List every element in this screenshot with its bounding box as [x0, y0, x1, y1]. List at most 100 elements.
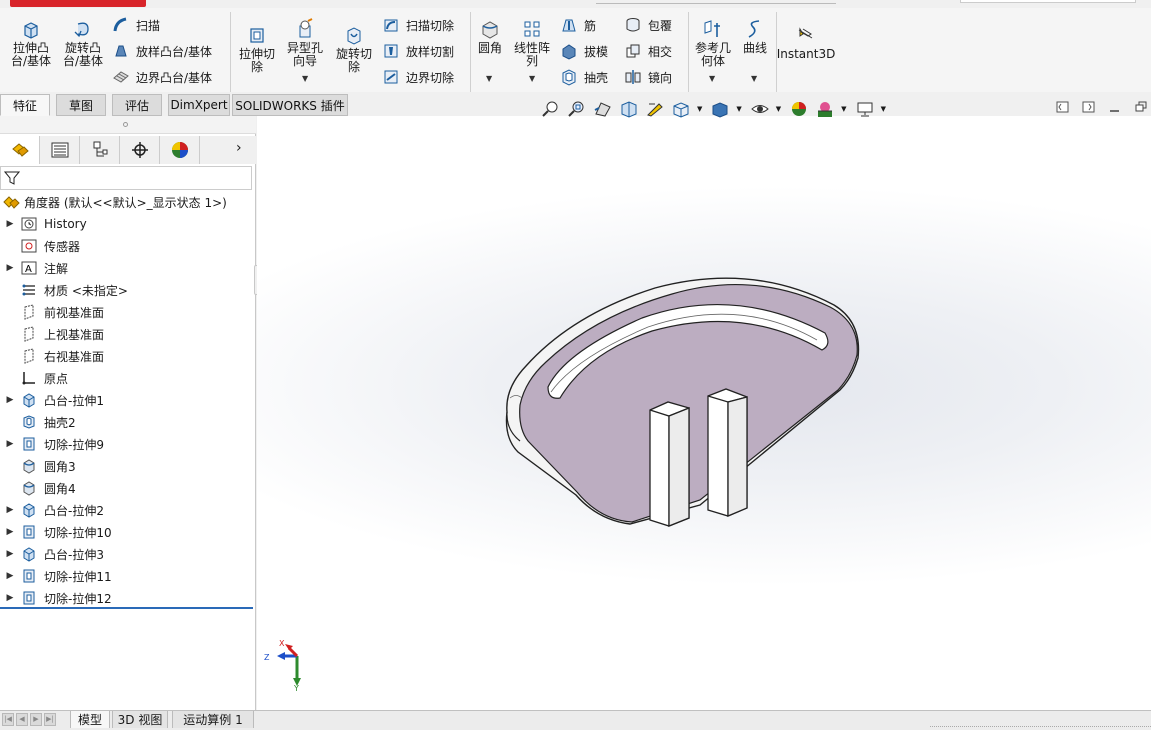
solidworks-logo[interactable]	[10, 0, 146, 7]
tree-item[interactable]: ▶ History	[0, 213, 252, 235]
expand-arrow-icon[interactable]: ▶	[0, 219, 20, 229]
reference-geometry-button[interactable]: 参考几 何体	[692, 18, 734, 68]
previous-view-icon[interactable]	[593, 100, 613, 118]
tree-item[interactable]: ▶ 凸台-拉伸1	[0, 389, 252, 411]
swept-cut-button[interactable]: 扫描切除	[382, 15, 454, 35]
tile-left-icon[interactable]	[1056, 100, 1070, 114]
tree-item[interactable]: ▶ 切除-拉伸12	[0, 587, 252, 609]
tab-evaluate[interactable]: 评估	[112, 94, 162, 116]
boundary-cut-button[interactable]: 边界切除	[382, 67, 454, 87]
prev-tab-icon[interactable]: ◀	[16, 713, 28, 726]
tab-3d-views[interactable]: 3D 视图	[112, 711, 168, 728]
apply-scene-dropdown-icon[interactable]: ▼	[841, 105, 846, 113]
tab-display-manager[interactable]	[160, 136, 200, 164]
intersect-button[interactable]: 相交	[624, 41, 672, 61]
fillet-dropdown-icon[interactable]: ▼	[486, 74, 492, 83]
boundary-boss-button[interactable]: 边界凸台/基体	[112, 67, 212, 87]
view-settings-icon[interactable]	[855, 100, 875, 118]
revolve-cut-button[interactable]: 旋转切 除	[332, 24, 376, 74]
view-orientation-icon[interactable]	[671, 100, 691, 118]
loft-boss-button[interactable]: 放样凸台/基体	[112, 41, 212, 61]
zoom-to-fit-icon[interactable]	[541, 100, 561, 118]
tab-sketch[interactable]: 草图	[56, 94, 106, 116]
draft-button[interactable]: 拔模	[560, 41, 608, 61]
tree-item[interactable]: 圆角3	[0, 455, 252, 477]
tree-filter-bar[interactable]	[0, 166, 252, 190]
zoom-to-area-icon[interactable]	[567, 100, 587, 118]
hole-wizard-button[interactable]: 异型孔 向导	[283, 18, 327, 68]
tab-dimxpert-manager[interactable]	[120, 136, 160, 164]
hide-show-items-icon[interactable]	[750, 100, 770, 118]
tree-item[interactable]: 圆角4	[0, 477, 252, 499]
tab-property-manager[interactable]	[40, 136, 80, 164]
graphics-area[interactable]: X Z Y	[257, 116, 1151, 710]
tree-item[interactable]: 抽壳2	[0, 411, 252, 433]
expand-arrow-icon[interactable]: ▶	[0, 263, 20, 273]
tab-features[interactable]: 特征	[0, 94, 50, 116]
instant3d-button[interactable]: Instant3D	[777, 24, 835, 61]
sweep-button[interactable]: 扫描	[112, 15, 160, 35]
hole-wizard-dropdown-icon[interactable]: ▼	[302, 74, 308, 83]
restore-icon[interactable]	[1134, 100, 1148, 114]
wrap-button[interactable]: 包覆	[624, 15, 672, 35]
mirror-button[interactable]: 镜向	[624, 67, 672, 87]
fillet-button[interactable]: 圆角	[474, 18, 506, 55]
expand-arrow-icon[interactable]: ▶	[0, 527, 20, 537]
view-orientation-dropdown-icon[interactable]: ▼	[697, 105, 702, 113]
tree-root[interactable]: 角度器 (默认<<默认>_显示状态 1>)	[0, 191, 252, 213]
tab-solidworks-addins[interactable]: SOLIDWORKS 插件	[232, 94, 348, 116]
section-view-icon[interactable]	[619, 100, 639, 118]
expand-arrow-icon[interactable]: ▶	[0, 549, 20, 559]
expand-arrow-icon[interactable]: ▶	[0, 571, 20, 581]
tree-item[interactable]: 上视基准面	[0, 323, 252, 345]
curves-button[interactable]: 曲线	[738, 18, 772, 55]
curves-dropdown-icon[interactable]: ▼	[751, 74, 757, 83]
view-settings-dropdown-icon[interactable]: ▼	[881, 105, 886, 113]
dynamic-annotation-icon[interactable]	[645, 100, 665, 118]
minimize-icon[interactable]	[1108, 100, 1122, 114]
tile-right-icon[interactable]	[1082, 100, 1096, 114]
edit-appearance-icon[interactable]	[789, 100, 809, 118]
tree-item[interactable]: ▶ 切除-拉伸10	[0, 521, 252, 543]
tree-item[interactable]: ▶ 凸台-拉伸3	[0, 543, 252, 565]
chevron-right-icon[interactable]: ›	[236, 140, 242, 156]
lofted-cut-button[interactable]: 放样切割	[382, 41, 454, 61]
reference-geometry-dropdown-icon[interactable]: ▼	[709, 74, 715, 83]
expand-arrow-icon[interactable]: ▶	[0, 593, 20, 603]
linear-pattern-button[interactable]: 线性阵 列	[510, 18, 554, 68]
apply-scene-icon[interactable]	[815, 100, 835, 118]
tab-dimxpert[interactable]: DimXpert	[168, 94, 230, 116]
tab-configuration-manager[interactable]	[80, 136, 120, 164]
expand-arrow-icon[interactable]: ▶	[0, 439, 20, 449]
rollback-bar[interactable]	[0, 607, 253, 609]
tree-item[interactable]: ▶ 切除-拉伸11	[0, 565, 252, 587]
tree-item[interactable]: ▶ 凸台-拉伸2	[0, 499, 252, 521]
tree-item[interactable]: ▶ A 注解	[0, 257, 252, 279]
expand-arrow-icon[interactable]: ▶	[0, 505, 20, 515]
panel-grip-icon[interactable]	[123, 122, 128, 127]
tab-feature-manager[interactable]	[0, 136, 40, 164]
tree-item[interactable]: ▶ 切除-拉伸9	[0, 433, 252, 455]
hide-show-dropdown-icon[interactable]: ▼	[776, 105, 781, 113]
display-style-icon[interactable]	[710, 100, 730, 118]
search-box[interactable]	[960, 0, 1136, 3]
tree-item[interactable]: 传感器	[0, 235, 252, 257]
tree-item[interactable]: 前视基准面	[0, 301, 252, 323]
part-model[interactable]	[257, 116, 1151, 710]
tab-model[interactable]: 模型	[70, 711, 110, 728]
linear-pattern-dropdown-icon[interactable]: ▼	[529, 74, 535, 83]
tab-motion-study[interactable]: 运动算例 1	[172, 711, 254, 728]
revolve-boss-button[interactable]: 旋转凸 台/基体	[60, 18, 106, 68]
display-style-dropdown-icon[interactable]: ▼	[736, 105, 741, 113]
extrude-boss-button[interactable]: 拉伸凸 台/基体	[8, 18, 54, 68]
tree-item[interactable]: 原点	[0, 367, 252, 389]
next-tab-icon[interactable]: ▶	[30, 713, 42, 726]
first-tab-icon[interactable]: |◀	[2, 713, 14, 726]
shell-button[interactable]: 抽壳	[560, 67, 608, 87]
extrude-cut-button[interactable]: 拉伸切 除	[235, 24, 279, 74]
tree-item[interactable]: 材质 <未指定>	[0, 279, 252, 301]
last-tab-icon[interactable]: ▶|	[44, 713, 56, 726]
tree-item[interactable]: 右视基准面	[0, 345, 252, 367]
expand-arrow-icon[interactable]: ▶	[0, 395, 20, 405]
rib-button[interactable]: 筋	[560, 15, 596, 35]
